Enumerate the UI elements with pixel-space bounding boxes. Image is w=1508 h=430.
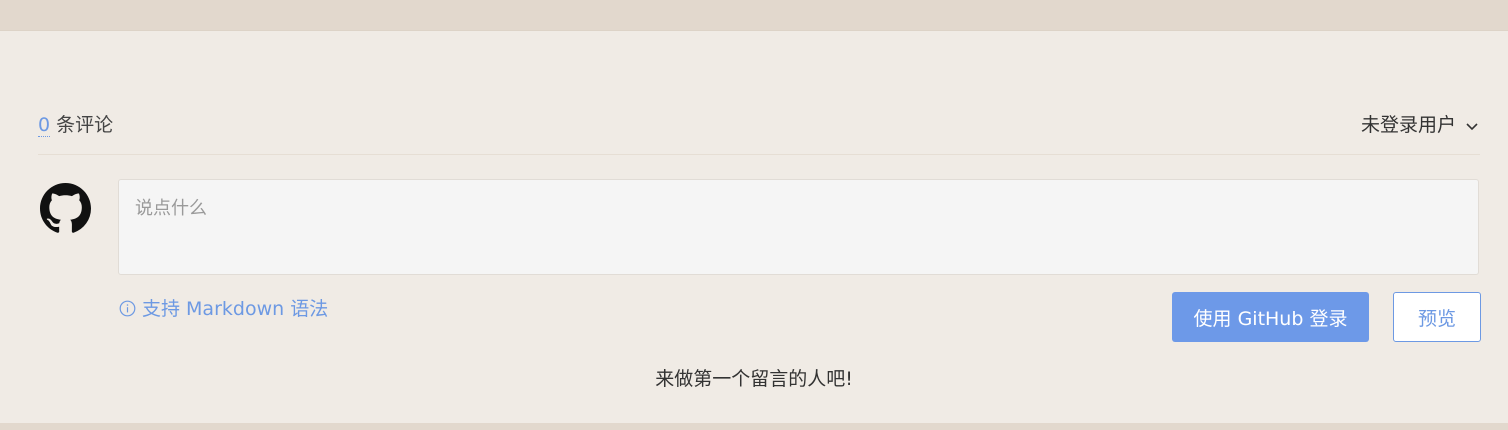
comment-input-box: [118, 179, 1479, 275]
comments-header: 0 条评论 未登录用户: [38, 108, 1480, 138]
markdown-tip-label: 支持 Markdown 语法: [142, 298, 329, 320]
top-band: [0, 0, 1508, 31]
comment-count-number[interactable]: 0: [38, 114, 51, 137]
preview-button[interactable]: 预览: [1393, 292, 1481, 342]
header-divider: [38, 154, 1480, 155]
user-menu-label: 未登录用户: [1360, 114, 1456, 136]
user-menu[interactable]: 未登录用户: [1361, 110, 1480, 137]
github-login-button[interactable]: 使用 GitHub 登录: [1172, 292, 1369, 342]
bottom-band: [0, 423, 1508, 430]
github-icon: [40, 183, 91, 233]
info-icon: [119, 300, 136, 317]
chevron-down-icon: [1466, 123, 1478, 131]
markdown-tip-link[interactable]: 支持 Markdown 语法: [119, 294, 328, 321]
comment-textarea[interactable]: [119, 180, 1478, 274]
comment-count-label: 条评论: [56, 114, 114, 136]
comment-count: 0 条评论: [38, 110, 113, 137]
empty-comments-message: 来做第一个留言的人吧!: [655, 368, 853, 390]
